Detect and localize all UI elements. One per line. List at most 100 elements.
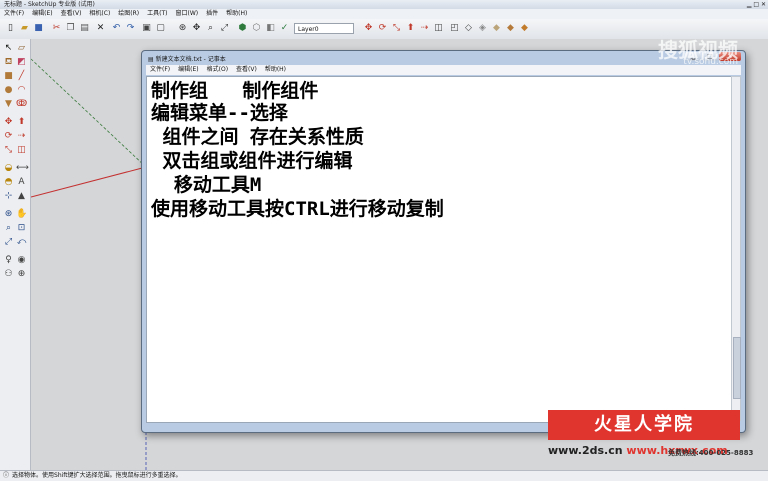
wireframe-style-icon[interactable]: ◇	[462, 22, 475, 35]
3d-text-icon[interactable]: ▲	[16, 191, 27, 202]
close-icon[interactable]: ✕	[761, 1, 766, 8]
monochrome-style-icon[interactable]: ◆	[518, 22, 531, 35]
copy-icon[interactable]: ❐	[64, 22, 77, 35]
iso-view-icon[interactable]: ⬢	[236, 22, 249, 35]
watermark-url-prefix: www.2ds.cn	[548, 444, 623, 457]
np-menu-view[interactable]: 查看(V)	[232, 66, 261, 73]
sketchup-window-controls: ▁ □ ✕	[747, 0, 766, 9]
menu-edit[interactable]: 编辑(E)	[28, 10, 56, 17]
walk-tool-icon[interactable]: ⚇	[3, 269, 14, 280]
scale-icon[interactable]: ⤡	[3, 145, 14, 156]
np-menu-file[interactable]: 文件(F)	[146, 66, 174, 73]
offset-icon[interactable]: ◫	[16, 145, 27, 156]
scale-tool-icon[interactable]: ⤡	[390, 22, 403, 35]
undo-icon[interactable]: ↶	[110, 22, 123, 35]
sketchup-toolbar: ▯ ▰ ■ ✂ ❐ ▤ ✕ ↶ ↷ ▣ ▢ ⊛ ✥ ⌕ ⤢ ⬢ ⬡ ◧ ✓ La…	[0, 19, 768, 40]
follow-me-icon[interactable]: ⇢	[418, 22, 431, 35]
pan-tool-icon[interactable]: ✋	[16, 209, 27, 220]
circle-tool-icon[interactable]: ●	[3, 85, 14, 96]
status-info-icon: ⓘ	[3, 472, 10, 479]
delete-icon[interactable]: ✕	[94, 22, 107, 35]
np-menu-help[interactable]: 帮助(H)	[261, 66, 290, 73]
pan-icon[interactable]: ✥	[190, 22, 203, 35]
print-icon[interactable]: ▣	[140, 22, 153, 35]
shaded-style-icon[interactable]: ◆	[490, 22, 503, 35]
zoom-extents-icon[interactable]: ⤢	[218, 22, 231, 35]
line-tool-icon[interactable]: ╱	[16, 71, 27, 82]
save-icon[interactable]: ■	[32, 22, 45, 35]
text-line: 制作组 制作组件	[151, 80, 319, 102]
menu-plugins[interactable]: 插件	[202, 10, 222, 17]
polygon-tool-icon[interactable]: ▼	[3, 99, 14, 110]
push-pull-icon[interactable]: ⬆	[404, 22, 417, 35]
tape-measure-icon[interactable]: ◒	[3, 163, 14, 174]
minimize-icon[interactable]: ▁	[747, 1, 752, 8]
zoom-window-icon[interactable]: ⊡	[16, 223, 27, 234]
sketchup-menu-bar: 文件(F) 编辑(E) 查看(V) 相机(C) 绘图(R) 工具(T) 窗口(W) 插件 帮助(…	[0, 9, 768, 19]
offset-tool-icon[interactable]: ◫	[432, 22, 445, 35]
menu-draw[interactable]: 绘图(R)	[114, 10, 143, 17]
paint-bucket-icon[interactable]: ⛾	[3, 57, 14, 68]
text-line: 双击组或组件进行编辑	[151, 150, 353, 172]
protractor-icon[interactable]: ◓	[3, 177, 14, 188]
notepad-vertical-scrollbar[interactable]	[731, 76, 741, 421]
arc-tool-icon[interactable]: ◠	[16, 85, 27, 96]
zoom-extents-tool-icon[interactable]: ⤢	[3, 237, 14, 248]
layer-manager-icon[interactable]: ✓	[278, 22, 291, 35]
eraser-icon[interactable]: ◩	[16, 57, 27, 68]
np-menu-edit[interactable]: 编辑(E)	[174, 66, 202, 73]
menu-tools[interactable]: 工具(T)	[143, 10, 171, 17]
push-pull-tool-icon[interactable]: ⬆	[16, 117, 27, 128]
menu-file[interactable]: 文件(F)	[0, 10, 28, 17]
notepad-text-area[interactable]: 制作组 制作组件 编辑菜单--选择 组件之间 存在关系性质 双击组或组件进行编辑…	[146, 76, 733, 423]
scrollbar-thumb[interactable]	[733, 337, 741, 399]
np-menu-format[interactable]: 格式(O)	[203, 66, 232, 73]
cut-icon[interactable]: ✂	[50, 22, 63, 35]
zoom-icon[interactable]: ⌕	[204, 22, 217, 35]
orbit-tool-icon[interactable]: ⊛	[3, 209, 14, 220]
model-info-icon[interactable]: ▢	[154, 22, 167, 35]
maximize-icon[interactable]: □	[753, 1, 759, 8]
menu-camera[interactable]: 相机(C)	[85, 10, 114, 17]
rotate-tool-icon[interactable]: ⟳	[376, 22, 389, 35]
text-tool-icon[interactable]: A	[16, 177, 27, 188]
orbit-icon[interactable]: ⊛	[176, 22, 189, 35]
layer-select[interactable]: Layer0	[294, 23, 354, 34]
watermark-hotline: 免费热线:400-025-8883	[668, 449, 754, 457]
menu-window[interactable]: 窗口(W)	[172, 10, 203, 17]
sketchup-window-title: 无标题 - SketchUp 专业版 (试用)	[4, 1, 95, 8]
open-folder-icon[interactable]: ▰	[18, 22, 31, 35]
freehand-tool-icon[interactable]: ↂ	[16, 99, 27, 110]
sketchup-tool-palette: ↖ ▱ ⛾ ◩ ■ ╱ ● ◠ ▼ ↂ ✥ ⬆ ⟳ ⇢ ⤡ ◫ ◒ ⟷ ◓ A …	[0, 39, 31, 470]
axes-tool-icon[interactable]: ⊹	[3, 191, 14, 202]
rectangle-tool-icon[interactable]: ■	[3, 71, 14, 82]
status-text: 选择物体。使用Shift键扩大选择范围。拖曳鼠标进行多重选择。	[12, 472, 182, 479]
follow-me-tool-icon[interactable]: ⇢	[16, 131, 27, 142]
make-component-icon[interactable]: ▱	[16, 43, 27, 54]
sketchup-status-bar: ⓘ 选择物体。使用Shift键扩大选择范围。拖曳鼠标进行多重选择。	[0, 470, 768, 481]
paste-icon[interactable]: ▤	[78, 22, 91, 35]
position-camera-icon[interactable]: ♀	[3, 255, 14, 266]
dimension-tool-icon[interactable]: ⟷	[16, 163, 29, 174]
new-file-icon[interactable]: ▯	[4, 22, 17, 35]
redo-icon[interactable]: ↷	[124, 22, 137, 35]
previous-view-icon[interactable]: ⤺	[16, 237, 27, 248]
look-around-icon[interactable]: ◉	[16, 255, 27, 266]
top-view-icon[interactable]: ⬡	[250, 22, 263, 35]
select-tool-icon[interactable]: ↖	[3, 43, 14, 54]
move-icon[interactable]: ✥	[3, 117, 14, 128]
move-tool-icon[interactable]: ✥	[362, 22, 375, 35]
notepad-window[interactable]: ▤ 新建文本文档.txt - 记事本 ▁ □ ✕ 文件(F) 编辑(E) 格式(O) 查看…	[141, 50, 746, 433]
section-plane-icon[interactable]: ⊕	[16, 269, 27, 280]
notepad-title: ▤ 新建文本文档.txt - 记事本	[148, 54, 226, 63]
menu-view[interactable]: 查看(V)	[57, 10, 86, 17]
menu-help[interactable]: 帮助(H)	[222, 10, 251, 17]
hidden-line-style-icon[interactable]: ◈	[476, 22, 489, 35]
zoom-tool-icon[interactable]: ⌕	[3, 223, 14, 234]
notepad-window-title: 新建文本文档.txt - 记事本	[155, 56, 226, 63]
textured-style-icon[interactable]: ◆	[504, 22, 517, 35]
front-view-icon[interactable]: ◧	[264, 22, 277, 35]
sketchup-title-bar: 无标题 - SketchUp 专业版 (试用) ▁ □ ✕	[0, 0, 768, 9]
rotate-icon[interactable]: ⟳	[3, 131, 14, 142]
xray-style-icon[interactable]: ◰	[448, 22, 461, 35]
